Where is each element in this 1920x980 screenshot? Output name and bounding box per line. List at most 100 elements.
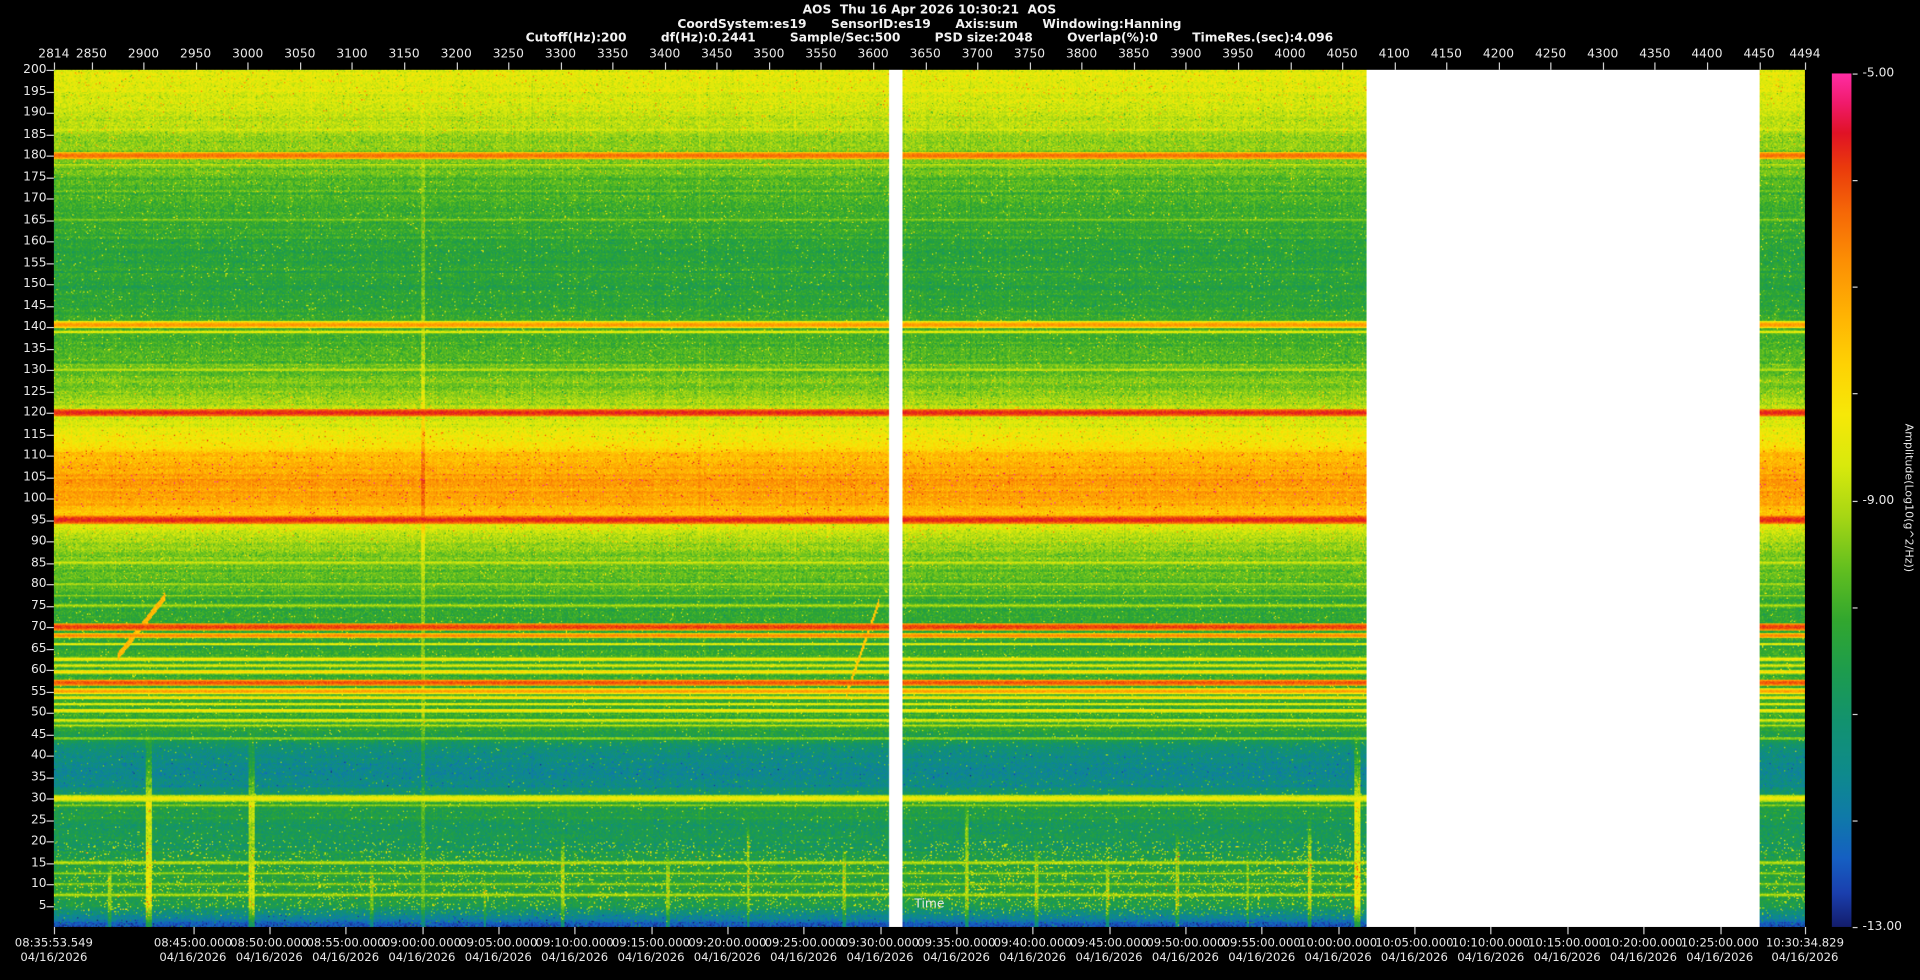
time-axis-tick-label: 09:20:00.000 bbox=[688, 936, 767, 951]
frequency-axis-tick bbox=[46, 305, 54, 307]
frequency-axis-tick bbox=[46, 412, 54, 414]
frequency-axis-tick-label: 50 bbox=[30, 705, 47, 720]
record-axis-tick bbox=[1654, 62, 1657, 70]
time-axis-tick-label: 09:55:00.000 bbox=[1222, 936, 1301, 951]
record-axis-tick-label: 3750 bbox=[1013, 47, 1046, 62]
param-samplerate: Sample/Sec:500 bbox=[789, 31, 901, 46]
time-axis-tick-label: 10:30:34.829 bbox=[1765, 936, 1844, 951]
frequency-axis-tick bbox=[46, 669, 54, 672]
record-axis-tick bbox=[143, 62, 145, 70]
spectrogram-canvas[interactable] bbox=[53, 69, 1805, 927]
time-axis-tick-label: 10:20:00.000 bbox=[1604, 936, 1683, 951]
time-axis-tick bbox=[1032, 926, 1034, 935]
record-axis-tick-label: 2850 bbox=[75, 47, 107, 62]
record-axis-tick-label: 3450 bbox=[701, 47, 733, 62]
frequency-axis-tick-label: 60 bbox=[30, 663, 47, 677]
colorbar-tick bbox=[1852, 393, 1858, 395]
time-axis-tick-label: 09:30:00.000 bbox=[840, 936, 920, 951]
record-axis-tick-label: 4450 bbox=[1743, 47, 1775, 62]
record-axis-tick-label: 3150 bbox=[388, 47, 420, 62]
frequency-axis-tick bbox=[46, 262, 54, 264]
frequency-axis-tick-label: 200 bbox=[23, 63, 47, 77]
time-axis-tick bbox=[956, 926, 958, 935]
frequency-axis-tick bbox=[46, 219, 54, 222]
record-axis-tick bbox=[1290, 62, 1292, 70]
record-axis-tick bbox=[1394, 62, 1396, 70]
frequency-axis-tick-label: 20 bbox=[30, 834, 47, 848]
frequency-axis-tick bbox=[46, 476, 54, 479]
record-axis-tick-label: 3050 bbox=[284, 47, 316, 62]
record-axis-tick-label: 3700 bbox=[961, 47, 993, 62]
time-axis-tick-label: 09:00:00.000 bbox=[382, 936, 462, 951]
frequency-axis-tick bbox=[46, 819, 54, 822]
frequency-axis-tick-label: 115 bbox=[23, 427, 47, 441]
frequency-axis-tick-label: 120 bbox=[23, 405, 47, 420]
frequency-axis-tick-label: 145 bbox=[23, 298, 47, 313]
amplitude-axis-label: Amplitude(Log10(g^2/Hz)) bbox=[1901, 424, 1914, 573]
record-axis-tick-label: 3600 bbox=[857, 47, 889, 62]
colorbar-gradient bbox=[1831, 73, 1852, 927]
frequency-axis-tick bbox=[46, 884, 54, 886]
record-axis-tick-label: 4050 bbox=[1326, 47, 1358, 62]
frequency-axis-tick bbox=[46, 155, 54, 157]
time-axis-tick bbox=[498, 926, 500, 935]
frequency-axis-tick-label: 125 bbox=[23, 384, 47, 398]
frequency-axis-tick-label: 80 bbox=[30, 577, 47, 591]
param-psd-size: PSD size:2048 bbox=[934, 31, 1033, 46]
colorbar-tick bbox=[1852, 713, 1858, 715]
record-axis-tick bbox=[768, 62, 771, 70]
record-axis-tick-label: 3300 bbox=[544, 47, 577, 62]
time-axis-tick-label: 09:35:00.000 bbox=[917, 936, 996, 951]
record-axis-tick-label: 2950 bbox=[180, 47, 212, 62]
time-axis-tick bbox=[1185, 926, 1187, 935]
time-axis-tick-label: 10:15:00.000 bbox=[1528, 936, 1607, 951]
param-cutoff: Cutoff(Hz):200 bbox=[525, 31, 627, 46]
colorbar-tick bbox=[1852, 820, 1858, 822]
time-axis-date-label: 04/16/2026 bbox=[464, 951, 532, 965]
time-axis-date-label: 04/16/2026 bbox=[388, 951, 456, 965]
frequency-axis-tick-label: 160 bbox=[23, 234, 47, 248]
time-axis-date-label: 04/16/2026 bbox=[1609, 951, 1677, 965]
time-axis-tick-label: 10:10:00.000 bbox=[1451, 936, 1530, 951]
colorbar-tick bbox=[1852, 73, 1858, 75]
record-axis-tick bbox=[53, 62, 56, 70]
time-axis-tick-label: 08:35:53.549 bbox=[14, 936, 93, 951]
frequency-axis-tick bbox=[46, 841, 54, 843]
record-axis-tick bbox=[1029, 62, 1031, 70]
time-axis-tick bbox=[574, 926, 576, 935]
frequency-axis-tick bbox=[46, 626, 54, 629]
frequency-axis-tick bbox=[46, 776, 54, 779]
param-windowing: Windowing:Hanning bbox=[1042, 18, 1182, 32]
time-axis-tick-label: 09:25:00.000 bbox=[764, 936, 843, 951]
time-axis-tick-label: 10:25:00.000 bbox=[1680, 936, 1759, 951]
record-axis-tick-label: 2900 bbox=[127, 47, 160, 62]
frequency-axis-tick-label: 180 bbox=[23, 148, 47, 163]
record-axis-tick-label: 3950 bbox=[1222, 47, 1254, 62]
time-axis-tick-label: 08:45:00.000 bbox=[153, 936, 232, 951]
time-axis-date-label: 04/16/2026 bbox=[617, 951, 685, 965]
time-axis-tick bbox=[803, 926, 805, 935]
time-axis-tick-label: 09:05:00.000 bbox=[459, 936, 538, 951]
frequency-axis-tick-label: 40 bbox=[30, 748, 47, 763]
frequency-axis-tick bbox=[46, 648, 54, 650]
frequency-axis-tick bbox=[46, 241, 54, 243]
frequency-axis-tick bbox=[46, 326, 54, 329]
time-axis-date-label: 04/16/2026 bbox=[1380, 951, 1448, 965]
time-axis-date-label: 04/16/2026 bbox=[1686, 951, 1754, 965]
record-axis-tick bbox=[508, 62, 510, 70]
colorbar-tick bbox=[1852, 926, 1858, 929]
record-axis-tick-label: 2814 bbox=[38, 47, 70, 62]
time-axis-title: Time bbox=[914, 897, 945, 912]
time-axis-tick bbox=[421, 926, 424, 935]
frequency-axis-tick-label: 95 bbox=[30, 513, 47, 527]
frequency-axis-tick-label: 110 bbox=[23, 448, 47, 463]
time-axis-tick bbox=[1490, 926, 1492, 935]
frequency-axis-tick-label: 130 bbox=[23, 363, 47, 377]
record-axis-tick-label: 4494 bbox=[1789, 47, 1821, 62]
frequency-axis-tick bbox=[46, 198, 54, 200]
time-axis-date-label: 04/16/2026 bbox=[846, 951, 914, 965]
param-overlap: Overlap(%):0 bbox=[1067, 31, 1158, 46]
time-axis-tick bbox=[650, 926, 653, 935]
record-axis-tick-label: 4150 bbox=[1430, 47, 1462, 62]
frequency-axis-tick bbox=[46, 562, 54, 564]
